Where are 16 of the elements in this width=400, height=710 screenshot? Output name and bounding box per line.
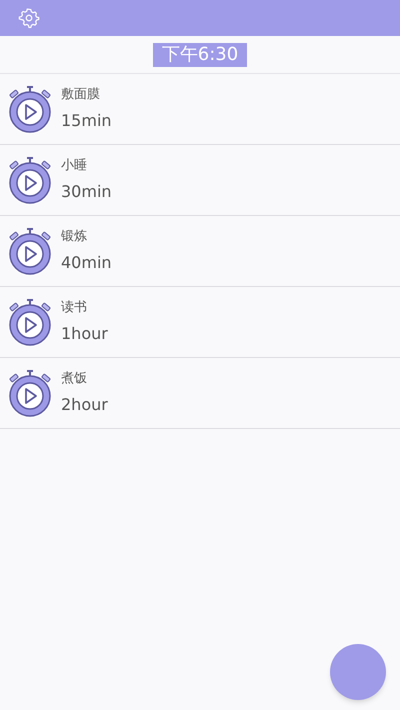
timer-name: 读书 [61,300,88,316]
timer-row[interactable]: 锻炼 40min [0,216,400,287]
timer-name: 小睡 [61,158,88,174]
timer-row[interactable]: 煮饭 2hour [0,358,400,429]
timer-name: 煮饭 [61,371,88,387]
timer-row[interactable]: 小睡 30min [0,145,400,216]
timer-row[interactable]: 敷面膜 15min [0,74,400,145]
timer-name: 锻炼 [61,229,88,245]
timer-duration: 15min [61,111,112,131]
timer-name: 敷面膜 [61,87,101,103]
timer-duration: 2hour [61,395,108,415]
timer-row[interactable]: 读书 1hour [0,287,400,358]
timer-duration: 40min [61,253,112,273]
timer-duration: 1hour [61,324,108,344]
time-badge: 下午6:30 [152,43,248,67]
timer-duration: 30min [61,182,112,202]
